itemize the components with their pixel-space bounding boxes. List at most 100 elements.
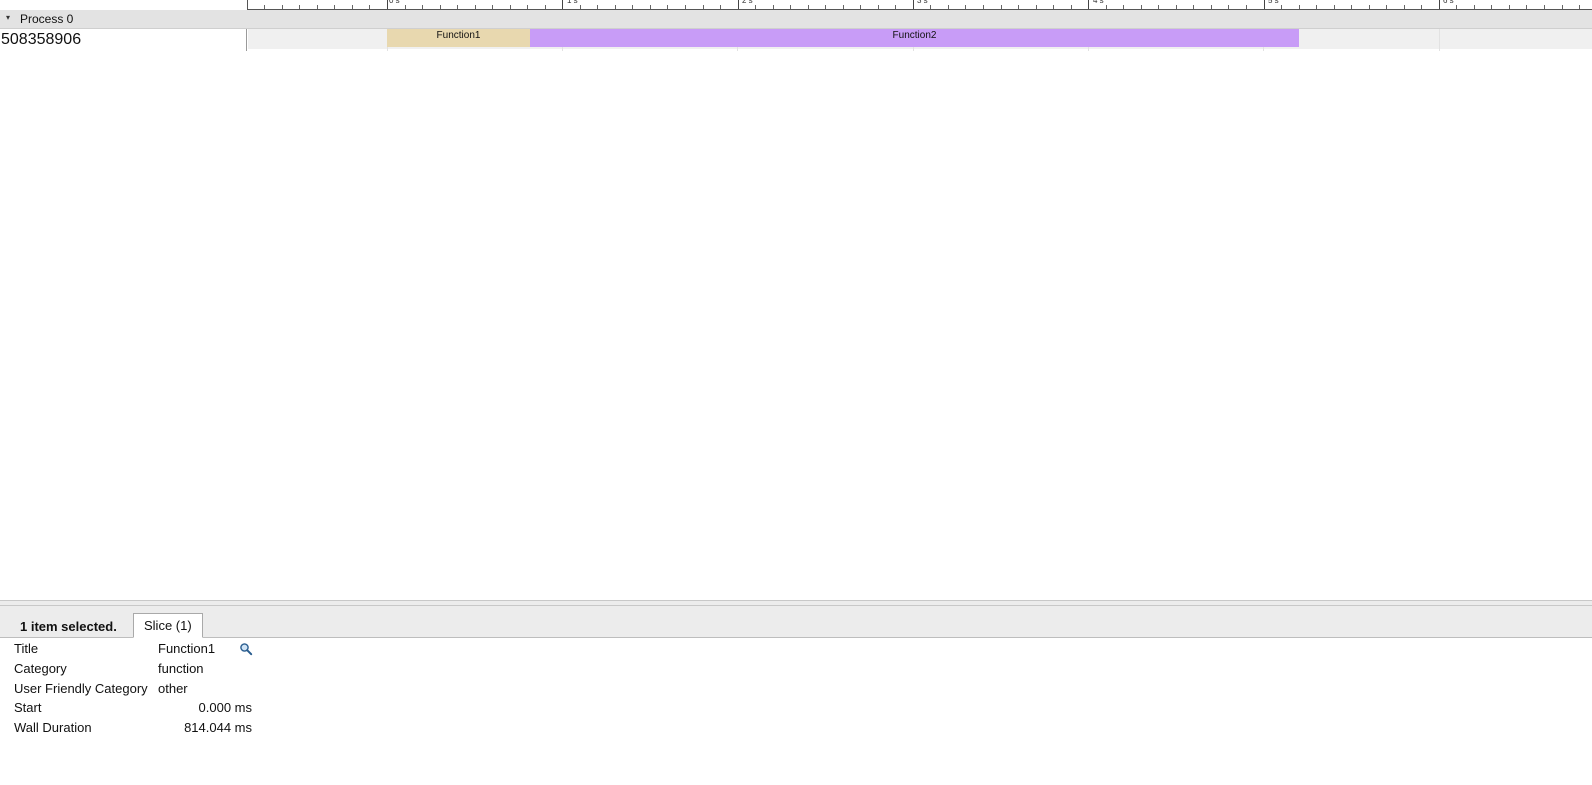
search-icon[interactable] bbox=[239, 642, 253, 656]
ruler-minor-tick bbox=[1018, 5, 1019, 9]
ruler-minor-tick bbox=[1316, 5, 1317, 9]
tab-slice[interactable]: Slice (1) bbox=[133, 613, 203, 638]
ruler-minor-tick bbox=[369, 5, 370, 9]
ruler-label: 4 s bbox=[1093, 0, 1104, 5]
ruler-minor-tick bbox=[510, 5, 511, 9]
thread-label: 508358906 bbox=[0, 29, 247, 51]
detail-row-title: Title Function1 bbox=[0, 638, 400, 658]
ruler-label: 5 s bbox=[1268, 0, 1279, 5]
ruler-minor-tick bbox=[948, 5, 949, 9]
ruler-minor-tick bbox=[860, 5, 861, 9]
ruler-minor-tick bbox=[1158, 5, 1159, 9]
ruler-minor-tick bbox=[1544, 5, 1545, 9]
ruler-minor-tick bbox=[965, 5, 966, 9]
ruler-minor-tick bbox=[808, 5, 809, 9]
detail-key: User Friendly Category bbox=[14, 681, 148, 696]
ruler-major-tick bbox=[1264, 0, 1265, 9]
ruler-minor-tick bbox=[825, 5, 826, 9]
detail-row-user-friendly-category: User Friendly Category other bbox=[0, 678, 400, 698]
ruler-label: 0 s bbox=[389, 0, 400, 5]
ruler-minor-tick bbox=[773, 5, 774, 9]
thread-track: 508358906 Function1 Function2 bbox=[0, 29, 1592, 51]
ruler-minor-tick bbox=[1386, 5, 1387, 9]
ruler-minor-tick bbox=[650, 5, 651, 9]
analysis-tab-bar: 1 item selected. Slice (1) bbox=[0, 606, 1592, 638]
ruler-minor-tick bbox=[1404, 5, 1405, 9]
ruler-minor-tick bbox=[597, 5, 598, 9]
ruler-minor-tick bbox=[545, 5, 546, 9]
detail-value: other bbox=[158, 681, 188, 696]
detail-value: function bbox=[158, 661, 204, 676]
ruler-minor-tick bbox=[1281, 5, 1282, 9]
ruler-major-tick bbox=[913, 0, 914, 9]
ruler-minor-tick bbox=[790, 5, 791, 9]
slice-function1[interactable]: Function1 bbox=[387, 29, 530, 47]
ruler-major-tick bbox=[1439, 0, 1440, 9]
detail-key: Wall Duration bbox=[14, 720, 92, 735]
collapse-arrow-icon[interactable]: ▾ bbox=[6, 13, 10, 22]
ruler-label: 1 s bbox=[567, 0, 578, 5]
ruler-minor-tick bbox=[1579, 5, 1580, 9]
ruler-minor-tick bbox=[299, 5, 300, 9]
ruler-minor-tick bbox=[1246, 5, 1247, 9]
ruler-minor-tick bbox=[1176, 5, 1177, 9]
ruler-minor-tick bbox=[1106, 5, 1107, 9]
time-ruler[interactable]: 0 s 1 s 2 s 3 s 4 s 5 s 6 s bbox=[0, 0, 1592, 10]
ruler-minor-tick bbox=[1421, 5, 1422, 9]
ruler-minor-tick bbox=[1491, 5, 1492, 9]
ruler-major-tick bbox=[738, 0, 739, 9]
ruler-minor-tick bbox=[1228, 5, 1229, 9]
selection-summary: 1 item selected. bbox=[20, 619, 117, 634]
ruler-minor-tick bbox=[475, 5, 476, 9]
detail-key: Start bbox=[14, 700, 42, 715]
ruler-minor-tick bbox=[1141, 5, 1142, 9]
ruler-minor-tick bbox=[1001, 5, 1002, 9]
process-title: Process 0 bbox=[20, 12, 74, 26]
ruler-label: 3 s bbox=[917, 0, 928, 5]
slice-function2[interactable]: Function2 bbox=[530, 29, 1299, 47]
ruler-minor-tick bbox=[580, 5, 581, 9]
ruler-minor-tick bbox=[1562, 5, 1563, 9]
ruler-minor-tick bbox=[983, 5, 984, 9]
ruler-minor-tick bbox=[1334, 5, 1335, 9]
ruler-minor-tick bbox=[317, 5, 318, 9]
ruler-major-tick bbox=[562, 0, 563, 9]
process-header[interactable]: ▾ Process 0 bbox=[0, 10, 1592, 29]
ruler-label: 2 s bbox=[742, 0, 753, 5]
ruler-minor-tick bbox=[615, 5, 616, 9]
ruler-minor-tick bbox=[667, 5, 668, 9]
ruler-minor-tick bbox=[334, 5, 335, 9]
ruler-minor-tick bbox=[632, 5, 633, 9]
ruler-minor-tick bbox=[527, 5, 528, 9]
ruler-minor-tick bbox=[264, 5, 265, 9]
detail-value: 0.000 ms bbox=[198, 700, 252, 715]
ruler-minor-tick bbox=[1123, 5, 1124, 9]
ruler-minor-tick bbox=[457, 5, 458, 9]
ruler-minor-tick bbox=[1071, 5, 1072, 9]
ruler-minor-tick bbox=[1036, 5, 1037, 9]
ruler-minor-tick bbox=[405, 5, 406, 9]
detail-value: Function1 bbox=[158, 641, 216, 656]
ruler-minor-tick bbox=[1193, 5, 1194, 9]
ruler-minor-tick bbox=[440, 5, 441, 9]
ruler-minor-tick bbox=[1053, 5, 1054, 9]
ruler-minor-tick bbox=[1299, 5, 1300, 9]
detail-key: Title bbox=[14, 641, 39, 656]
ruler-minor-tick bbox=[1351, 5, 1352, 9]
ruler-minor-tick bbox=[895, 5, 896, 9]
ruler-minor-tick bbox=[1509, 5, 1510, 9]
ruler-minor-tick bbox=[843, 5, 844, 9]
detail-key: Category bbox=[14, 661, 67, 676]
detail-row-wall-duration: Wall Duration 814.044 ms bbox=[0, 717, 400, 737]
ruler-minor-tick bbox=[703, 5, 704, 9]
ruler-minor-tick bbox=[282, 5, 283, 9]
ruler-minor-tick bbox=[878, 5, 879, 9]
ruler-minor-tick bbox=[1456, 5, 1457, 9]
ruler-minor-tick bbox=[685, 5, 686, 9]
ruler-minor-tick bbox=[1369, 5, 1370, 9]
ruler-minor-tick bbox=[1474, 5, 1475, 9]
ruler-major-tick bbox=[1088, 0, 1089, 9]
ruler-minor-tick bbox=[422, 5, 423, 9]
grid-line bbox=[1439, 29, 1440, 51]
ruler-minor-tick bbox=[492, 5, 493, 9]
